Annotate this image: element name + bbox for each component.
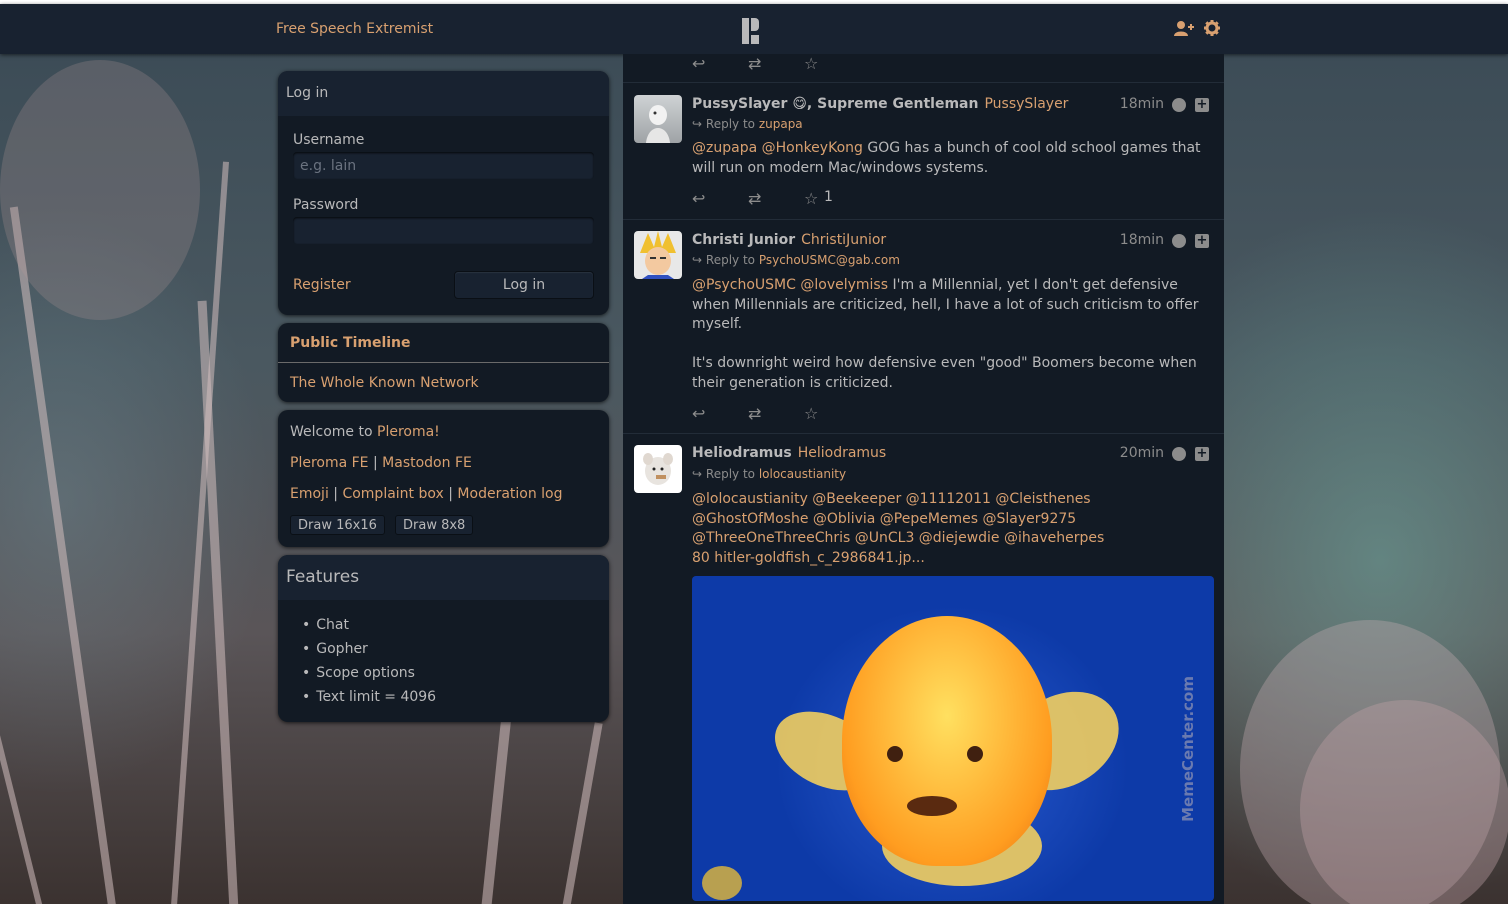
reply-to-user[interactable]: lolocaustianity — [759, 467, 846, 481]
status-post: PussySlayer 😋, Supreme Gentleman PussySla… — [623, 82, 1224, 219]
reply-to-prefix: Reply to — [705, 117, 759, 131]
status-content: @PsychoUSMC @lovelymiss I'm a Millennial… — [692, 276, 1212, 335]
goldfish-shape — [842, 616, 1052, 866]
author-display-name[interactable]: Heliodramus — [692, 445, 792, 461]
features-panel: Features Chat Gopher Scope options Text … — [278, 555, 609, 722]
status-actions: ↩ ⇄ ☆ — [692, 54, 860, 73]
reply-arrow-icon: ↪ — [692, 467, 703, 481]
status-time[interactable]: 18min — [1120, 96, 1164, 112]
top-navbar: Free Speech Extremist — [0, 4, 1508, 54]
status-post: Heliodramus Heliodramus 20min + ↪ Reply t… — [623, 433, 1224, 904]
author-handle[interactable]: Heliodramus — [798, 445, 887, 461]
status-time[interactable]: 20min — [1120, 445, 1164, 461]
login-panel: Log in Username Password Register Log in — [278, 71, 609, 315]
pleroma-fe-link[interactable]: Pleroma FE — [290, 455, 369, 471]
public-timeline: ↩ ⇄ ☆ PussySlayer 😋, Supreme Gentleman Pu… — [623, 54, 1224, 904]
nav-public-timeline[interactable]: Public Timeline — [290, 335, 411, 351]
emoji-link[interactable]: Emoji — [290, 486, 329, 502]
pleroma-link[interactable]: Pleroma! — [377, 424, 440, 440]
reply-arrow-icon: ↪ — [692, 253, 703, 267]
timeline-nav-panel: Public Timeline The Whole Known Network — [278, 323, 609, 402]
link-separator: | — [368, 455, 383, 471]
reply-icon[interactable]: ↩ — [692, 54, 748, 73]
site-title-link[interactable]: Free Speech Extremist — [276, 21, 433, 37]
mention-link[interactable]: @zupapa — [692, 140, 757, 156]
feature-item: Text limit = 4096 — [302, 685, 436, 709]
register-link[interactable]: Register — [293, 277, 351, 293]
favorite-star-icon[interactable]: ☆ — [804, 54, 860, 73]
repeat-icon[interactable]: ⇄ — [748, 189, 804, 208]
globe-icon — [1172, 234, 1186, 248]
attachment-link[interactable]: 80 hitler-goldfish_c_2986841.jp... — [692, 549, 1212, 569]
favorite-star-icon[interactable]: ☆ — [804, 404, 860, 423]
avatar[interactable] — [634, 445, 682, 493]
status-actions: ↩ ⇄ ☆ 1 — [692, 189, 880, 208]
password-label: Password — [293, 197, 359, 213]
gear-icon[interactable] — [1204, 20, 1220, 40]
feature-item: Chat — [302, 613, 436, 637]
avatar[interactable] — [634, 231, 682, 279]
login-heading: Log in — [278, 71, 609, 116]
feature-item: Gopher — [302, 637, 436, 661]
globe-icon — [1172, 447, 1186, 461]
features-heading: Features — [278, 555, 609, 600]
username-input[interactable] — [293, 152, 594, 179]
username-label: Username — [293, 132, 365, 148]
moderation-log-link[interactable]: Moderation log — [457, 486, 562, 502]
link-separator: | — [328, 486, 343, 502]
status-time[interactable]: 18min — [1120, 232, 1164, 248]
welcome-text: Welcome to — [290, 424, 377, 440]
nav-divider — [278, 362, 609, 363]
mention-links[interactable]: @GhostOfMoshe @Oblivia @PepeMemes @Slaye… — [692, 510, 1212, 530]
complaint-box-link[interactable]: Complaint box — [342, 486, 443, 502]
reply-to-prefix: Reply to — [705, 467, 759, 481]
author-display-name[interactable]: PussySlayer 😋, Supreme Gentleman — [692, 96, 978, 112]
features-list: Chat Gopher Scope options Text limit = 4… — [302, 613, 436, 709]
attachment-image-goldfish[interactable]: MemeCenter.com — [692, 576, 1214, 901]
link-separator: | — [443, 486, 458, 502]
author-display-name[interactable]: Christi Junior — [692, 232, 795, 248]
reply-arrow-icon: ↪ — [692, 117, 703, 131]
author-handle[interactable]: PussySlayer — [984, 96, 1068, 112]
reply-icon[interactable]: ↩ — [692, 189, 748, 208]
status-text-paragraph: It's downright weird how defensive even … — [692, 355, 1197, 391]
reply-icon[interactable]: ↩ — [692, 404, 748, 423]
status-content: @zupapa @HonkeyKong GOG has a bunch of c… — [692, 139, 1212, 178]
mention-links[interactable]: @ThreeOneThreeChris @UnCL3 @diejewdie @i… — [692, 529, 1212, 549]
pleroma-logo-icon[interactable] — [742, 18, 762, 44]
mention-link[interactable]: @HonkeyKong — [762, 140, 863, 156]
expand-icon[interactable]: + — [1195, 98, 1209, 112]
mention-links[interactable]: @lolocaustianity @Beekeeper @11112011 @C… — [692, 490, 1212, 510]
repeat-icon[interactable]: ⇄ — [748, 404, 804, 423]
draw-16x16-button[interactable]: Draw 16x16 — [290, 515, 385, 535]
status-actions: ↩ ⇄ ☆ — [692, 404, 860, 423]
globe-icon — [1172, 98, 1186, 112]
author-handle[interactable]: ChristiJunior — [801, 232, 886, 248]
instance-info-panel: Welcome to Pleroma! Pleroma FE | Mastodo… — [278, 410, 609, 547]
expand-icon[interactable]: + — [1195, 234, 1209, 248]
avatar[interactable] — [634, 95, 682, 143]
mastodon-fe-link[interactable]: Mastodon FE — [382, 455, 472, 471]
nav-whole-known-network[interactable]: The Whole Known Network — [290, 375, 479, 391]
reply-to-prefix: Reply to — [705, 253, 759, 267]
image-watermark: MemeCenter.com — [1179, 676, 1197, 822]
status-post: Christi Junior ChristiJunior 18min + ↪ Re… — [623, 219, 1224, 433]
login-button[interactable]: Log in — [454, 271, 594, 299]
feature-item: Scope options — [302, 661, 436, 685]
mention-link[interactable]: @lovelymiss — [800, 277, 888, 293]
user-plus-icon[interactable] — [1174, 20, 1194, 40]
expand-icon[interactable]: + — [1195, 447, 1209, 461]
reply-to-user[interactable]: PsychoUSMC@gab.com — [759, 253, 900, 267]
status-content: @lolocaustianity @Beekeeper @11112011 @C… — [692, 490, 1212, 569]
mention-link[interactable]: @PsychoUSMC — [692, 277, 796, 293]
reply-to-user[interactable]: zupapa — [759, 117, 803, 131]
repeat-icon[interactable]: ⇄ — [748, 54, 804, 73]
password-input[interactable] — [293, 217, 594, 244]
draw-8x8-button[interactable]: Draw 8x8 — [395, 515, 474, 535]
favorite-count: 1 — [824, 189, 833, 205]
